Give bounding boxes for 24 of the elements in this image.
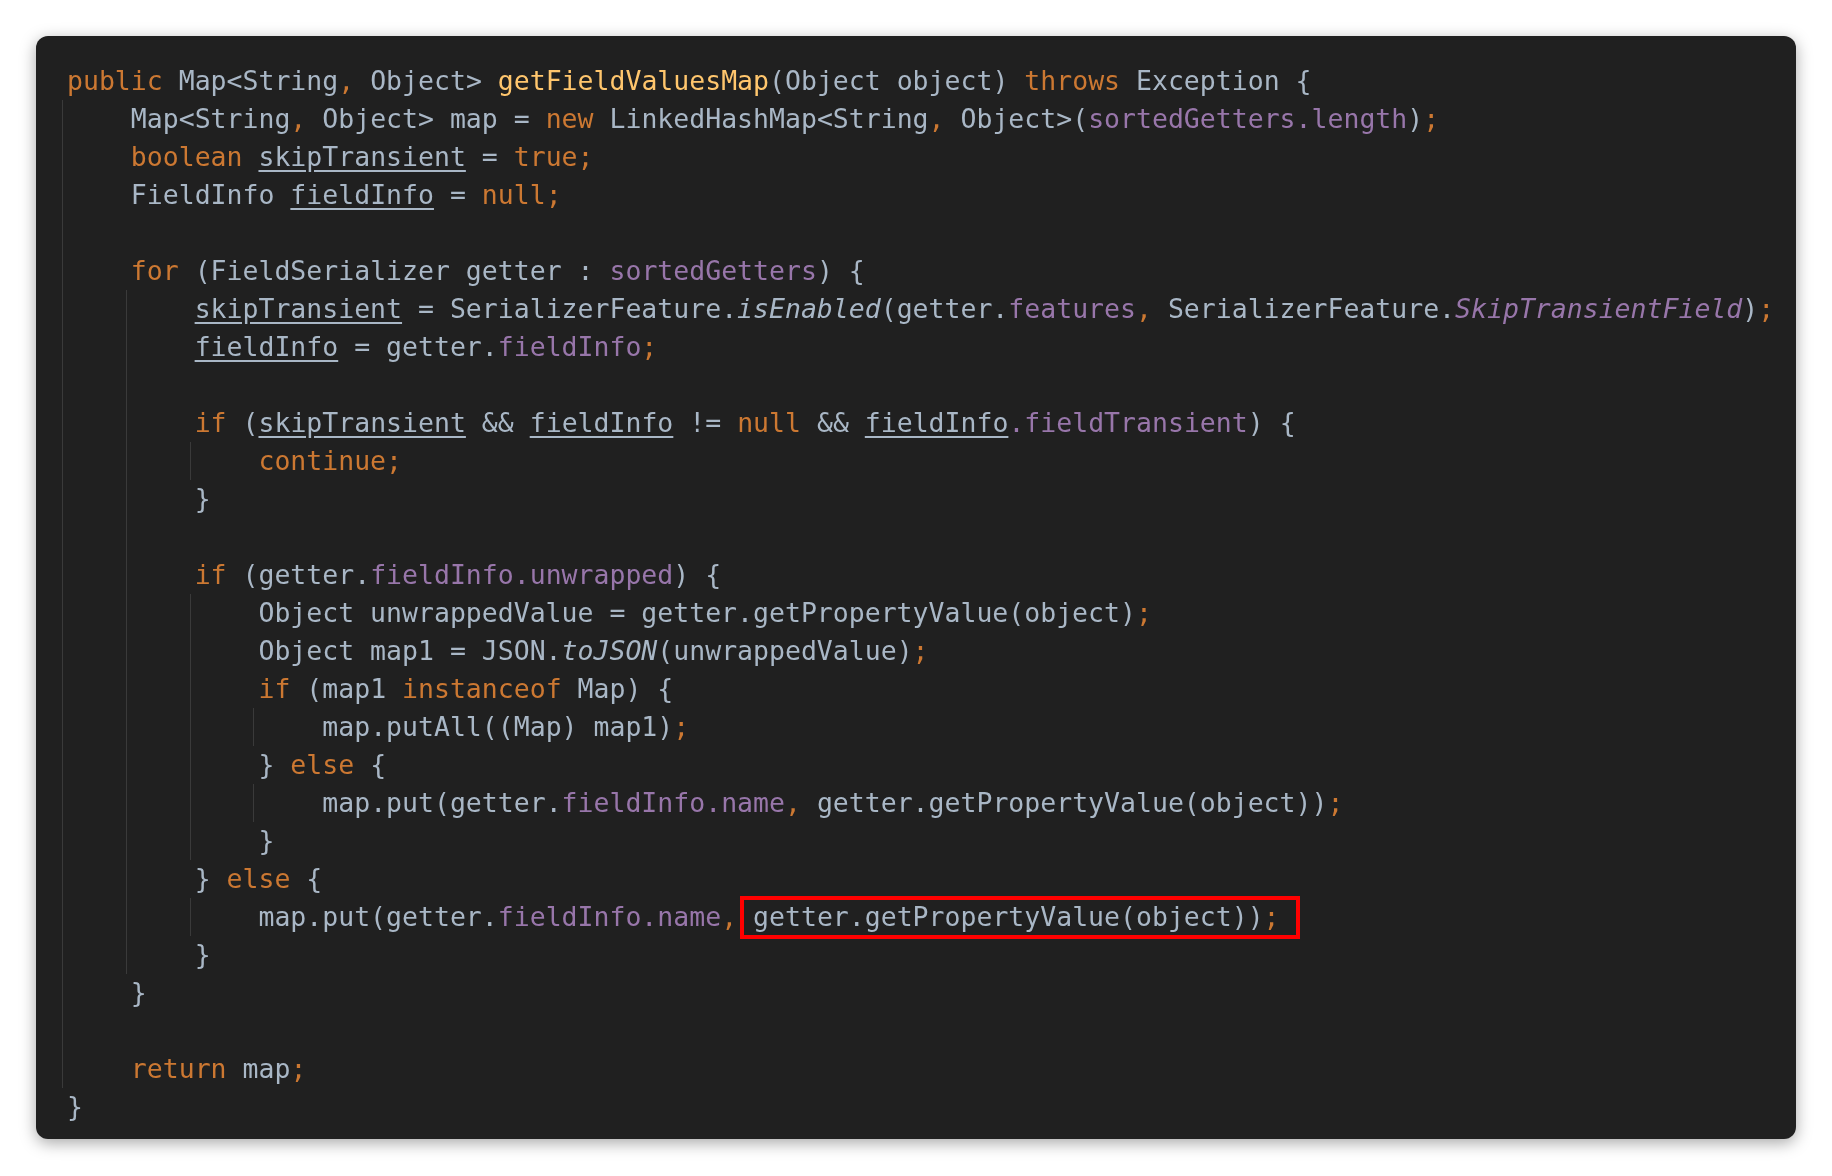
code-line: map.put(getter.fieldInfo.name, getter.getPropertyValue(object)); [258,898,1280,936]
code-line: if (getter.fieldInfo.unwrapped) { [194,558,722,592]
code-line: return map; [130,1052,307,1086]
code-line: continue; [258,444,403,478]
code-line: Object unwrappedValue = getter.getPropertyValue(object); [258,596,1152,630]
code-line: } else { [194,862,323,896]
code-line: map.put(getter.fieldInfo.name, getter.getPropertyValue(object)); [322,786,1344,820]
code-line: if (map1 instanceof Map) { [258,672,674,706]
code-line: } [194,482,211,516]
code-line: } [67,1090,83,1124]
code-line: skipTransient = SerializerFeature.isEnabled(getter.features, SerializerFeature.SkipTransientField); [194,292,1775,326]
code-line: Map<String, Object> map = new LinkedHashMap<String, Object>(sortedGetters.length); [130,102,1440,136]
code-line: map.putAll((Map) map1); [322,710,690,744]
code-line: } [258,824,275,858]
code-line: boolean skipTransient = true; [130,140,594,174]
code-line: if (skipTransient && fieldInfo != null && fieldInfo.fieldTransient) { [194,406,1296,440]
code-line: public Map<String, Object> getFieldValuesMap(Object object) throws Exception { [67,64,1312,98]
code-line: } [130,976,147,1010]
code-line: FieldInfo fieldInfo = null; [130,178,562,212]
code-line: Object map1 = JSON.toJSON(unwrappedValue); [258,634,929,668]
code-line: for (FieldSerializer getter : sortedGetters) { [130,254,865,288]
code-line: } [194,938,211,972]
code-line: } else { [258,748,387,782]
code-line: fieldInfo = getter.fieldInfo; [194,330,658,364]
